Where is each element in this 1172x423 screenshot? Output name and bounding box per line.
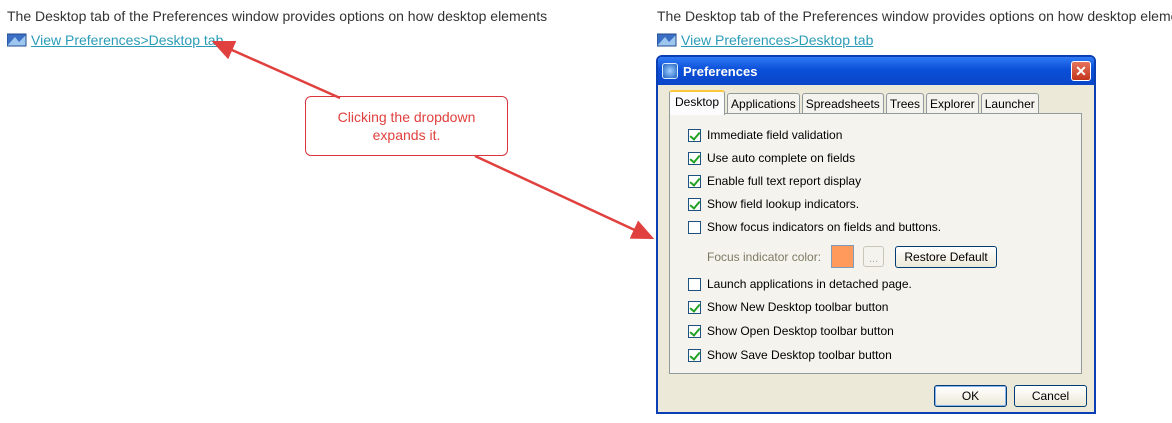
option-focus-indicators[interactable]: Show focus indicators on fields and butt… [688, 220, 941, 234]
intro-text-right: The Desktop tab of the Preferences windo… [657, 8, 1172, 24]
option-label: Use auto complete on fields [707, 151, 856, 165]
option-label: Show field lookup indicators. [707, 197, 860, 211]
tab-bar: Desktop Applications Spreadsheets Trees … [669, 90, 1041, 115]
tab-desktop[interactable]: Desktop [669, 90, 726, 115]
browse-color-button[interactable]: ... [863, 246, 885, 267]
option-label: Show New Desktop toolbar button [707, 300, 889, 314]
document-icon [6, 33, 27, 47]
focus-color-swatch[interactable] [831, 245, 855, 268]
option-detached-page[interactable]: Launch applications in detached page. [688, 277, 912, 291]
preferences-window: Preferences ✕ Desktop Applications Sprea… [656, 55, 1096, 414]
checkbox[interactable] [688, 277, 701, 291]
option-label: Immediate field validation [707, 128, 843, 142]
focus-color-label: Focus indicator color: [707, 249, 822, 264]
window-title: Preferences [683, 63, 758, 79]
tab-applications[interactable]: Applications [727, 93, 800, 114]
preferences-link-text-right[interactable]: View Preferences>Desktop tab [681, 32, 873, 48]
document-icon [656, 33, 677, 47]
title-bar[interactable]: Preferences ✕ [658, 57, 1094, 85]
checkbox[interactable] [688, 151, 701, 165]
arrow-to-link [211, 40, 341, 100]
option-label: Show Open Desktop toolbar button [707, 324, 894, 338]
option-label: Show Save Desktop toolbar button [707, 348, 892, 362]
option-lookup-indicators[interactable]: Show field lookup indicators. [688, 197, 859, 211]
checkbox[interactable] [688, 197, 701, 211]
option-open-desktop-button[interactable]: Show Open Desktop toolbar button [688, 324, 894, 338]
checkbox[interactable] [688, 300, 701, 314]
checkbox[interactable] [688, 348, 701, 362]
intro-text-left: The Desktop tab of the Preferences windo… [7, 8, 548, 24]
option-label: Launch applications in detached page. [707, 277, 912, 291]
tab-explorer[interactable]: Explorer [926, 93, 979, 114]
restore-default-button[interactable]: Restore Default [895, 245, 998, 268]
checkbox[interactable] [688, 220, 701, 234]
ok-button[interactable]: OK [934, 385, 1007, 407]
checkbox[interactable] [688, 174, 701, 188]
option-new-desktop-button[interactable]: Show New Desktop toolbar button [688, 300, 888, 314]
cancel-button[interactable]: Cancel [1014, 385, 1087, 407]
checkbox[interactable] [688, 324, 701, 338]
app-icon [662, 63, 678, 79]
option-label: Enable full text report display [707, 174, 862, 188]
arrow-to-window [474, 154, 655, 240]
callout-box: Clicking the dropdown expands it. [305, 96, 508, 156]
preferences-link-text-left[interactable]: View Preferences>Desktop tab [31, 32, 223, 48]
tab-launcher[interactable]: Launcher [980, 93, 1039, 114]
callout-text: Clicking the dropdown expands it. [337, 109, 476, 143]
desktop-panel: Immediate field validation Use auto comp… [669, 113, 1082, 374]
tab-spreadsheets[interactable]: Spreadsheets [801, 93, 884, 114]
preferences-link-left[interactable]: View Preferences>Desktop tab [6, 32, 223, 48]
option-auto-complete[interactable]: Use auto complete on fields [688, 151, 855, 165]
checkbox[interactable] [688, 128, 701, 142]
close-icon[interactable]: ✕ [1071, 61, 1091, 81]
option-immediate-validation[interactable]: Immediate field validation [688, 128, 842, 142]
option-full-text-report[interactable]: Enable full text report display [688, 174, 861, 188]
option-label: Show focus indicators on fields and butt… [707, 220, 942, 234]
preferences-link-right[interactable]: View Preferences>Desktop tab [656, 32, 873, 48]
focus-color-row: Focus indicator color: ... Restore Defau… [707, 245, 998, 268]
tab-trees[interactable]: Trees [885, 93, 925, 114]
option-save-desktop-button[interactable]: Show Save Desktop toolbar button [688, 348, 892, 362]
